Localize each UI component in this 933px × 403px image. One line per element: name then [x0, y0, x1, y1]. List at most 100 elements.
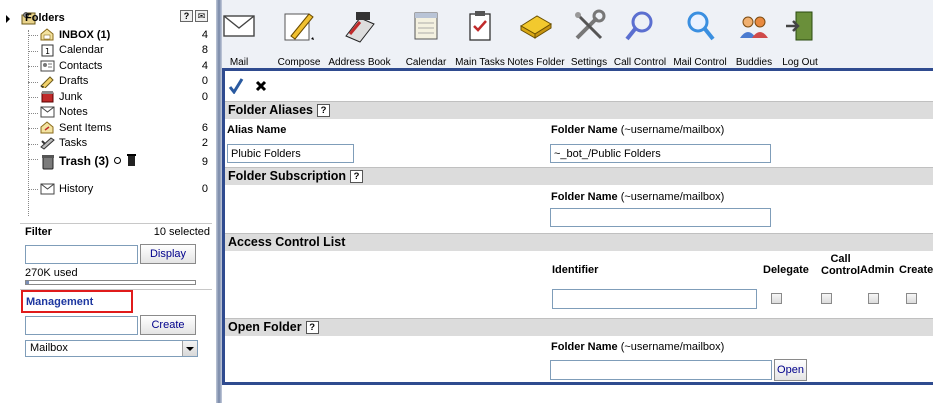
help-icon[interactable]: ?	[305, 321, 319, 334]
action-bar	[228, 78, 268, 97]
folder-item-history[interactable]: History 0	[26, 181, 212, 197]
open-folder-input[interactable]	[550, 360, 772, 380]
folder-name: INBOX (1)	[59, 28, 111, 41]
close-icon[interactable]	[254, 79, 268, 96]
create-button[interactable]: Create	[140, 315, 196, 335]
folder-item-calendar[interactable]: 1 Calendar 8	[26, 43, 212, 59]
folder-item-inbox[interactable]: INBOX (1) 4	[26, 27, 212, 43]
notes-icon	[40, 106, 55, 119]
folder-name: Contacts	[59, 59, 103, 72]
management-input[interactable]	[25, 316, 138, 335]
delegate-label: Delegate	[763, 264, 809, 276]
empty-trash-bin-icon[interactable]	[126, 154, 136, 170]
folder-properties-panel: Folder Aliases? Alias Name Folder Name (…	[222, 71, 933, 385]
notes-icon	[520, 15, 552, 39]
identifier-label: Identifier	[552, 264, 599, 276]
collapse-arrow-icon[interactable]	[6, 15, 10, 23]
buddies-icon	[740, 16, 768, 38]
admin-checkbox[interactable]	[868, 293, 879, 304]
folder-count: 0	[201, 182, 208, 195]
folder-name: Sent Items	[59, 121, 112, 134]
contacts-icon	[40, 59, 55, 72]
acl-identifier-input[interactable]	[552, 289, 757, 309]
help-icon[interactable]: ?	[180, 10, 193, 22]
folder-tree: INBOX (1) 4 1 Calendar 8 Contacts 4 Draf…	[26, 27, 212, 197]
section-title: Folder Aliases	[228, 103, 313, 117]
quota-bar-fill	[26, 281, 30, 284]
folder-count: 2	[201, 137, 208, 150]
help-icon[interactable]: ?	[317, 104, 330, 117]
mail-icon	[223, 15, 255, 37]
toolbar-label: Address Book	[328, 57, 391, 68]
toolbar-label: Log Out	[782, 57, 818, 68]
folder-name: Trash (3)	[59, 154, 194, 170]
folder-name-label: Folder Name (~username/mailbox)	[551, 191, 724, 203]
trash-label: Trash (3)	[59, 154, 110, 168]
toolbar-label: Calendar	[405, 57, 447, 68]
mail-small-icon[interactable]: ✉	[195, 10, 208, 22]
trash-icon	[40, 155, 55, 170]
folders-root[interactable]: Folders	[21, 9, 65, 27]
toolbar-label: Call Control	[613, 57, 667, 68]
main-toolbar: Mail Compose Address Book Calendar Main …	[222, 0, 933, 68]
folder-count: 6	[201, 121, 208, 134]
toolbar-label: Buddies	[735, 57, 773, 68]
address-book-icon	[344, 12, 375, 43]
quota-bar	[25, 280, 196, 285]
folder-item-trash[interactable]: Trash (3) 9	[26, 151, 212, 173]
filter-input[interactable]	[25, 245, 138, 264]
call-control-checkbox[interactable]	[821, 293, 832, 304]
inbox-icon	[40, 28, 55, 41]
quota-text: 270K used	[25, 267, 78, 279]
toolbar-label: Main Tasks	[455, 57, 505, 68]
subscription-folder-input[interactable]	[550, 208, 771, 227]
folder-item-tasks[interactable]: Tasks 2	[26, 136, 212, 152]
folder-count: 8	[201, 44, 208, 57]
folder-type-select[interactable]: Mailbox	[25, 340, 198, 357]
call-control-label: Call Control	[821, 253, 860, 277]
section-folder-aliases: Folder Aliases?	[225, 101, 933, 119]
display-button[interactable]: Display	[140, 244, 196, 264]
help-icon[interactable]: ?	[350, 170, 364, 183]
empty-trash-circle-icon[interactable]	[114, 157, 122, 164]
alias-name-input[interactable]	[227, 144, 354, 163]
section-title: Folder Subscription	[228, 169, 347, 183]
section-open-folder: Open Folder?	[225, 318, 933, 336]
svg-text:1: 1	[45, 47, 50, 56]
open-button[interactable]: Open	[774, 359, 807, 381]
call-label-line1: Call	[830, 253, 851, 265]
mail-control-icon	[687, 11, 715, 41]
history-icon	[40, 182, 55, 195]
checkmark-icon[interactable]	[228, 78, 244, 97]
alias-name-label: Alias Name	[227, 124, 287, 136]
folder-count: 4	[201, 59, 208, 72]
folder-count: 9	[201, 156, 208, 168]
folder-name-text: Folder Name	[551, 124, 618, 136]
calendar-icon	[414, 12, 438, 40]
folder-name: Notes	[59, 106, 88, 119]
folder-item-sent[interactable]: Sent Items 6	[26, 120, 212, 136]
folder-name-label: Folder Name (~username/mailbox)	[551, 124, 724, 136]
chevron-down-icon[interactable]	[182, 341, 197, 356]
create-checkbox[interactable]	[906, 293, 917, 304]
delegate-checkbox[interactable]	[771, 293, 782, 304]
folder-item-contacts[interactable]: Contacts 4	[26, 58, 212, 74]
folder-type-value: Mailbox	[30, 342, 68, 354]
section-access-control-list: Access Control List	[225, 233, 933, 251]
settings-icon	[575, 9, 606, 40]
folder-count: 0	[201, 90, 208, 103]
junk-icon	[40, 90, 55, 103]
folder-name-text: Folder Name	[551, 341, 618, 353]
folder-name: Junk	[59, 90, 83, 103]
folder-item-junk[interactable]: Junk 0	[26, 89, 212, 105]
drafts-icon	[40, 75, 55, 88]
alias-folder-input[interactable]	[550, 144, 771, 163]
folders-root-label: Folders	[25, 12, 65, 24]
folder-item-drafts[interactable]: Drafts 0	[26, 74, 212, 90]
folder-name: History	[59, 182, 94, 195]
folder-item-notes[interactable]: Notes	[26, 105, 212, 121]
management-title[interactable]: Management	[26, 296, 93, 308]
calendar-icon: 1	[40, 44, 55, 57]
call-label-line2: Control	[821, 265, 861, 277]
filter-selected-count: 10 selected	[153, 226, 210, 238]
